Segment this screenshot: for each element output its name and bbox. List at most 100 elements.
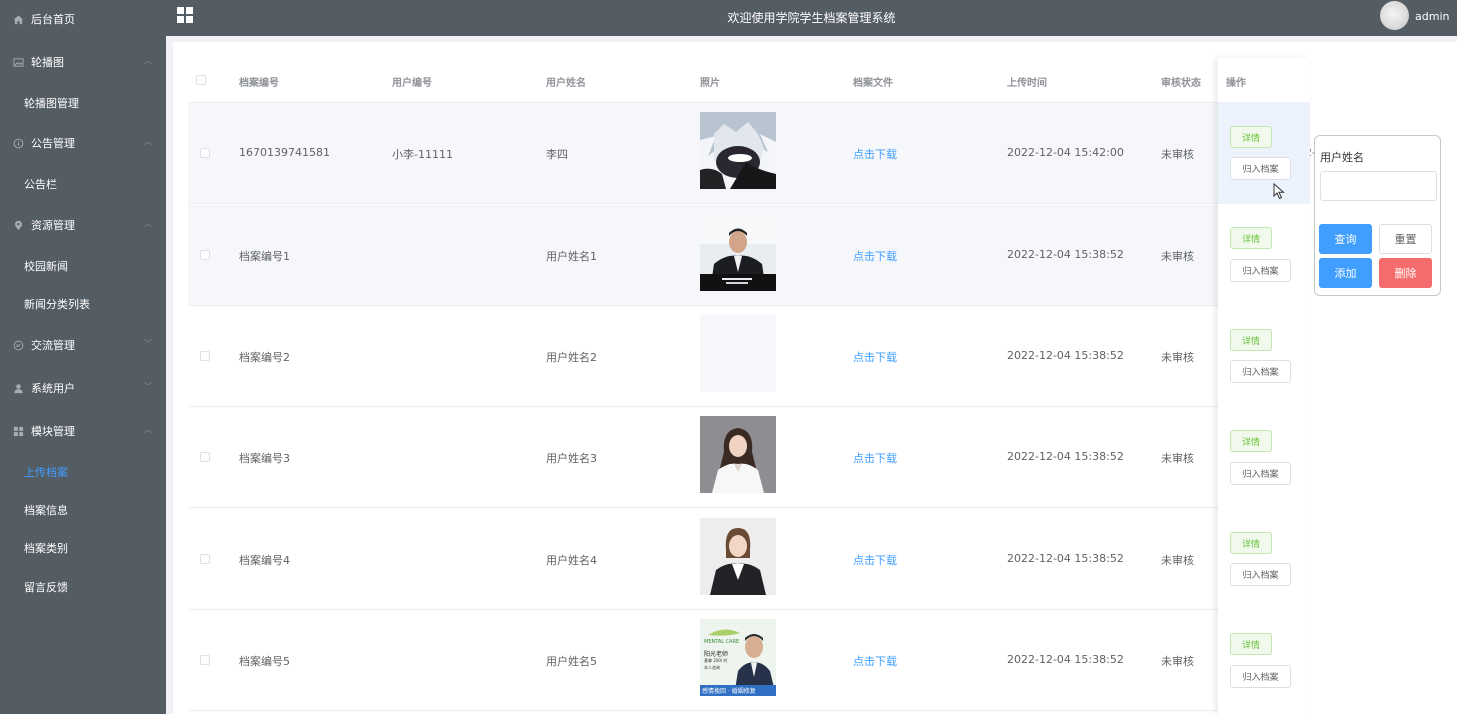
archive-button[interactable]: 归入档案 [1230,563,1291,586]
sidebar-item-news-category[interactable]: 新闻分类列表 [0,285,166,323]
archive-button[interactable]: 归入档案 [1230,157,1291,180]
download-link[interactable]: 点击下载 [853,552,897,568]
download-link[interactable]: 点击下载 [853,653,897,669]
upload-time-cell: 2022-12-04 15:38:52 [1007,653,1124,666]
archive-button[interactable]: 归入档案 [1230,360,1291,383]
sidebar-item-label: 后台首页 [31,13,75,26]
archive-no-cell: 档案编号2 [239,351,290,364]
column-header-upload-time[interactable]: 上传时间 [1007,74,1047,89]
row-checkbox[interactable] [200,148,210,158]
photo-thumbnail[interactable]: MENTAL CARE 阳光老师 基尊 200/ 时 本人咨询 感情挽回 · 婚… [700,619,776,696]
column-header-archive-no[interactable]: 档案编号 [239,74,279,89]
column-header-photo[interactable]: 照片 [700,74,720,89]
upload-time-cell: 2022-12-04 15:38:52 [1007,552,1124,565]
sidebar-item-home[interactable]: 后台首页 [0,0,166,38]
photo-thumbnail[interactable] [700,315,776,392]
select-all-checkbox[interactable] [196,75,206,85]
sidebar-item-campus-news[interactable]: 校园新闻 [0,247,166,285]
row-checkbox[interactable] [200,655,210,665]
column-header-file[interactable]: 档案文件 [853,74,893,89]
table-row[interactable]: 1670139741581 小李-11111 李四 点击下载 2022-12-0… [188,103,1316,204]
sidebar-item-feedback[interactable]: 留言反馈 [0,568,166,606]
table-row[interactable]: 档案编号5 用户姓名5 MENTAL CARE 阳光老师 基尊 200/ 时 本… [188,610,1310,711]
archive-no-cell: 档案编号3 [239,452,290,465]
poster-banner: 感情挽回 · 婚姻修复 [702,688,756,695]
sidebar-item-bulletin[interactable]: 公告栏 [0,165,166,203]
status-cell: 未审核 [1161,148,1194,161]
poster-heading: MENTAL CARE [704,639,740,645]
detail-button[interactable]: 详情 [1230,126,1272,148]
download-link[interactable]: 点击下载 [853,146,897,162]
archive-no-cell: 档案编号4 [239,554,290,567]
grid-icon [12,425,24,437]
archive-button[interactable]: 归入档案 [1230,462,1291,485]
sidebar-item-system-user[interactable]: 系统用户 ﹀ [0,369,166,407]
download-link[interactable]: 点击下载 [853,349,897,365]
sidebar-item-carousel-manage[interactable]: 轮播图管理 [0,84,166,122]
row-checkbox[interactable] [200,554,210,564]
download-link[interactable]: 点击下载 [853,248,897,264]
photo-thumbnail[interactable] [700,416,776,493]
detail-button[interactable]: 详情 [1230,227,1272,249]
sidebar-item-carousel[interactable]: 轮播图 ︿ [0,43,166,81]
row-checkbox[interactable] [200,250,210,260]
archive-button[interactable]: 归入档案 [1230,665,1291,688]
user-no-cell: 小李-11111 [392,148,453,161]
sidebar-item-label: 新闻分类列表 [24,298,90,311]
chevron-up-icon: ︿ [144,425,152,434]
delete-button[interactable]: 删除 [1379,258,1432,288]
column-header-actions: 操作 [1226,78,1246,89]
detail-button[interactable]: 详情 [1230,329,1272,351]
user-name-cell: 用户姓名5 [546,655,597,668]
row-checkbox[interactable] [200,452,210,462]
sidebar-item-label: 留言反馈 [24,581,68,594]
archive-button[interactable]: 归入档案 [1230,259,1291,282]
chevron-down-icon: ﹀ [144,382,152,391]
sidebar-item-communication[interactable]: 交流管理 ﹀ [0,326,166,364]
column-header-status[interactable]: 审核状态 [1161,74,1201,89]
username-label[interactable]: admin [1415,10,1449,23]
sidebar-item-upload-archive[interactable]: 上传档案 [0,453,166,491]
sidebar-item-notice[interactable]: 公告管理 ︿ [0,124,166,162]
user-name-search-input[interactable] [1320,171,1437,201]
column-header-user-name[interactable]: 用户姓名 [546,74,586,89]
detail-button[interactable]: 详情 [1230,532,1272,554]
sidebar-item-label: 公告栏 [24,178,57,191]
column-header-user-no[interactable]: 用户编号 [392,74,432,89]
sidebar-item-archive-info[interactable]: 档案信息 [0,491,166,529]
chat-icon [12,339,24,351]
sidebar-item-label: 档案类别 [24,542,68,555]
reset-button[interactable]: 重置 [1379,224,1432,254]
status-cell: 未审核 [1161,554,1194,567]
table-row[interactable]: 档案编号4 用户姓名4 点击下载 2022-12-04 15:38:52 未审核 [188,509,1310,610]
user-name-cell: 用户姓名4 [546,554,597,567]
photo-thumbnail[interactable] [700,112,776,189]
table-row[interactable]: 档案编号3 用户姓名3 点击下载 2022-12-04 15:38:52 未审核 [188,407,1310,508]
photo-thumbnail[interactable] [700,214,776,291]
row-checkbox[interactable] [200,351,210,361]
table-row[interactable]: 档案编号2 用户姓名2 点击下载 2022-12-04 15:38:52 未审核 [188,306,1310,407]
status-cell: 未审核 [1161,655,1194,668]
upload-time-cell: 2022-12-04 15:38:52 [1007,450,1124,463]
user-name-cell: 用户姓名1 [546,250,597,263]
query-button[interactable]: 查询 [1319,224,1372,254]
sidebar-item-module[interactable]: 模块管理 ︿ [0,412,166,450]
search-panel: 用户姓名 查询 重置 添加 删除 [1314,135,1441,296]
chevron-down-icon: ﹀ [144,339,152,348]
detail-button[interactable]: 详情 [1230,430,1272,452]
upload-time-cell: 2022-12-04 15:42:00 [1007,146,1124,159]
picture-icon [12,56,24,68]
table-row[interactable]: 档案编号1 用户姓名1 点击下载 2022-12-04 15:38:52 未审核 [188,205,1310,306]
sidebar-item-label: 校园新闻 [24,260,68,273]
home-icon [12,13,24,25]
add-button[interactable]: 添加 [1319,258,1372,288]
page-title: 欢迎使用学院学生档案管理系统 [727,11,896,25]
detail-button[interactable]: 详情 [1230,633,1272,655]
sidebar-item-archive-category[interactable]: 档案类别 [0,529,166,567]
download-link[interactable]: 点击下载 [853,450,897,466]
sidebar-item-label: 交流管理 [31,339,75,352]
location-icon [12,219,24,231]
sidebar-item-resource[interactable]: 资源管理 ︿ [0,206,166,244]
avatar[interactable] [1380,1,1409,30]
photo-thumbnail[interactable] [700,518,776,595]
